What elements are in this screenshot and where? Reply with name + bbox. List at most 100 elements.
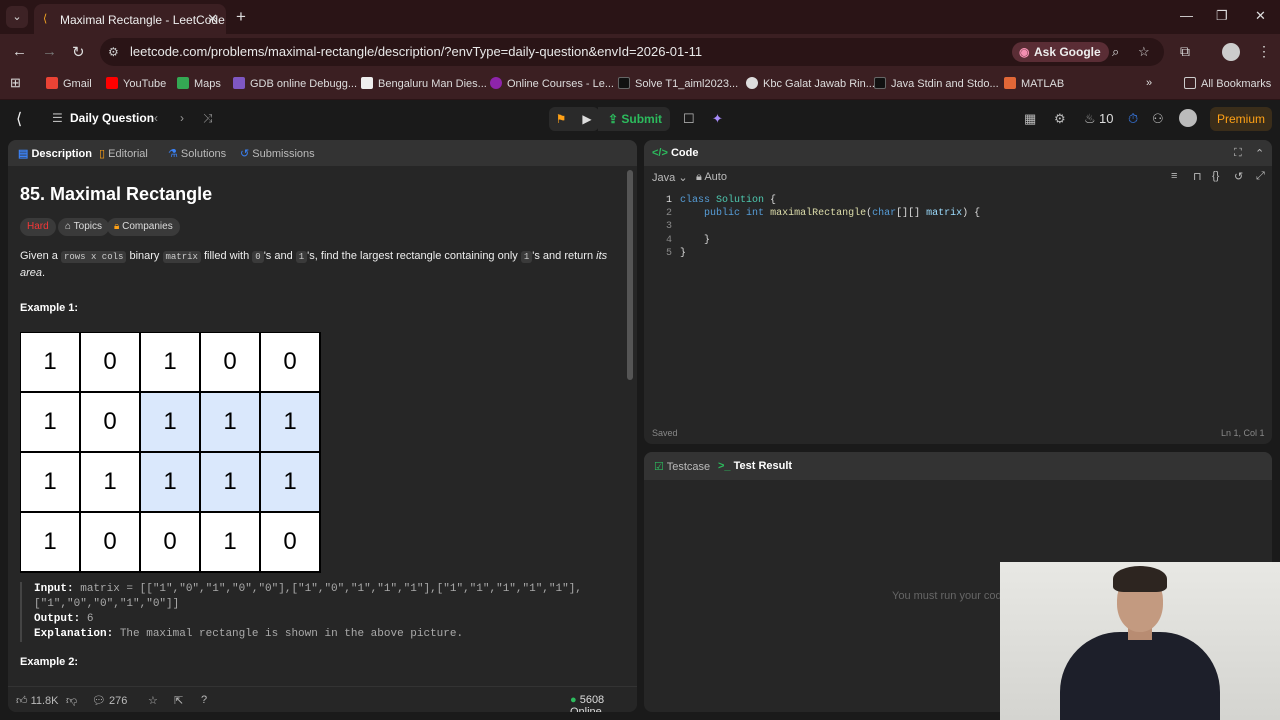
bookmark-star-icon[interactable]: ☆ — [1138, 38, 1150, 66]
bookmark-maps[interactable]: Maps — [177, 77, 221, 90]
matrix-cell: 0 — [261, 513, 319, 571]
bookmark-label: Bengaluru Man Dies... — [378, 78, 487, 90]
code-tab[interactable]: </> Code — [652, 147, 698, 159]
premium-button[interactable]: Premium — [1210, 107, 1272, 131]
online-count: ● 5608 Online — [570, 694, 637, 712]
profile-avatar[interactable] — [1222, 43, 1240, 61]
braces-icon[interactable]: {} — [1212, 170, 1219, 182]
matrix-cell: 0 — [141, 513, 199, 571]
all-bookmarks-button[interactable]: All Bookmarks — [1184, 77, 1271, 90]
bookmark-youtube[interactable]: YouTube — [106, 77, 166, 90]
daily-question-link[interactable]: Daily Question — [70, 111, 154, 125]
forward-button[interactable]: → — [42, 43, 57, 60]
companies-chip[interactable]: 🔒︎ Companies — [107, 218, 180, 236]
dislike-icon[interactable]: 👎︎ — [66, 694, 77, 707]
bookmark-icon[interactable]: ⊓ — [1193, 170, 1202, 183]
like-button[interactable]: 👍︎ 11.8K — [16, 694, 59, 707]
matrix-cell: 1 — [81, 453, 139, 511]
tab-search-button[interactable]: ⌄ — [6, 6, 28, 28]
bookmark-matlab[interactable]: MATLAB — [1004, 77, 1064, 90]
inline-code: 1 — [295, 251, 308, 263]
timer-icon[interactable]: ⏱ — [1128, 111, 1138, 127]
language-select[interactable]: Java ⌄ — [652, 171, 688, 184]
auto-toggle[interactable]: 🔒︎ Auto — [696, 171, 727, 184]
debug-icon[interactable]: ⚑ — [549, 107, 573, 131]
description-scrollbar[interactable] — [627, 170, 633, 380]
webcam-overlay — [1000, 562, 1280, 720]
reload-button[interactable]: ↻ — [72, 43, 85, 61]
editorial-icon: ▯ — [99, 148, 109, 160]
tab-submissions[interactable]: ↺ Submissions — [240, 147, 315, 160]
bookmark-java-stdin[interactable]: Java Stdin and Stdo... — [874, 77, 999, 90]
presenter-hair — [1113, 566, 1167, 592]
streak-icon[interactable]: ♨ — [1084, 111, 1096, 127]
terminal-icon: >_ — [718, 460, 734, 472]
line-number: 2 — [665, 208, 672, 219]
auto-label: Auto — [704, 171, 727, 183]
description-tabs: ▤ Description ▯ Editorial ⚗ Solutions ↺ … — [8, 140, 637, 166]
likes-count: 11.8K — [30, 695, 59, 707]
problem-list-icon[interactable]: ☰ — [52, 111, 63, 125]
bookmark-online-courses[interactable]: Online Courses - Le... — [490, 77, 614, 90]
tab-test-result[interactable]: >_ Test Result — [718, 460, 792, 472]
submit-button[interactable]: ⇪ Submit — [598, 107, 670, 131]
tab-solutions[interactable]: ⚗ Solutions — [168, 147, 226, 160]
bookmark-bengaluru[interactable]: Bengaluru Man Dies... — [361, 77, 487, 90]
apps-grid-icon[interactable]: ⊞ — [10, 75, 21, 91]
bookmark-gdb[interactable]: GDB online Debugg... — [233, 77, 357, 90]
add-friend-icon[interactable]: ⚇ — [1152, 111, 1164, 127]
run-controls: ⚑ ▶ — [549, 107, 599, 131]
close-tab-icon[interactable]: ✕ — [207, 11, 218, 27]
maximize-window-button[interactable]: ❐ — [1216, 8, 1228, 24]
collapse-icon[interactable]: ⌃ — [1255, 147, 1264, 160]
close-window-button[interactable]: ✕ — [1255, 8, 1266, 24]
minimize-window-button[interactable]: — — [1180, 8, 1193, 23]
leetcode-logo-icon[interactable]: ⟨ — [16, 109, 22, 129]
favorite-star-icon[interactable]: ☆ — [148, 694, 158, 707]
expand-icon[interactable]: ⛶ — [1234, 147, 1242, 160]
address-bar[interactable]: ⚙ leetcode.com/problems/maximal-rectangl… — [100, 38, 1164, 66]
tab-description[interactable]: ▤ Description — [18, 147, 92, 160]
notes-icon[interactable]: ☐ — [683, 111, 695, 127]
format-icon[interactable]: ≡ — [1171, 170, 1177, 182]
browser-tab-active[interactable]: ⟨ Maximal Rectangle - LeetCode ✕ — [34, 4, 226, 34]
search-icon[interactable]: ⌕ — [1112, 38, 1119, 66]
bookmark-kbc[interactable]: Kbc Galat Jawab Rin... — [746, 77, 875, 90]
tab-editorial[interactable]: ▯ Editorial — [99, 147, 148, 160]
tab-label: Editorial — [108, 148, 148, 160]
layout-icon[interactable]: ▦ — [1024, 111, 1036, 127]
run-button[interactable]: ▶ — [575, 107, 599, 131]
bookmark-solve[interactable]: Solve T1_aiml2023... — [618, 77, 738, 90]
explanation-value: The maximal rectangle is shown in the ab… — [119, 628, 464, 640]
new-tab-button[interactable]: + — [236, 7, 246, 27]
bookmark-label: Maps — [194, 78, 221, 90]
fullscreen-icon[interactable]: ⤢ — [1256, 170, 1265, 183]
comments-button[interactable]: 💬︎ 276 — [92, 694, 127, 707]
random-problem-icon[interactable]: ⤨ — [203, 111, 213, 126]
site-info-icon[interactable]: ⚙ — [108, 38, 119, 66]
topics-chip[interactable]: ⌂ Topics — [58, 218, 109, 236]
statement-text: binary — [129, 250, 160, 262]
back-button[interactable]: ← — [12, 43, 27, 60]
bookmark-gmail[interactable]: Gmail — [46, 77, 92, 90]
chrome-menu-icon[interactable]: ⋮ — [1257, 43, 1271, 60]
companies-label: Companies — [122, 221, 173, 232]
ask-google-button[interactable]: ◉ Ask Google — [1012, 42, 1109, 62]
user-avatar[interactable] — [1179, 109, 1197, 127]
code-icon: </> — [652, 147, 671, 159]
share-icon[interactable]: ⇱ — [174, 694, 183, 707]
prev-problem-icon[interactable]: ‹ — [154, 111, 158, 125]
help-icon[interactable]: ? — [201, 694, 207, 706]
next-problem-icon[interactable]: › — [180, 111, 184, 125]
reset-icon[interactable]: ↺ — [1234, 170, 1243, 183]
more-bookmarks-icon[interactable]: » — [1146, 77, 1152, 89]
statement-text: filled with — [203, 250, 250, 262]
tab-label: Description — [31, 148, 92, 160]
ai-assist-icon[interactable]: ✦ — [712, 111, 723, 127]
tab-testcase[interactable]: ☑ Testcase — [654, 460, 710, 473]
settings-gear-icon[interactable]: ⚙ — [1054, 111, 1066, 127]
maps-icon — [177, 77, 189, 89]
extensions-icon[interactable]: ⧉ — [1180, 43, 1190, 60]
kbc-icon — [746, 77, 758, 89]
bookmark-label: GDB online Debugg... — [250, 78, 358, 90]
